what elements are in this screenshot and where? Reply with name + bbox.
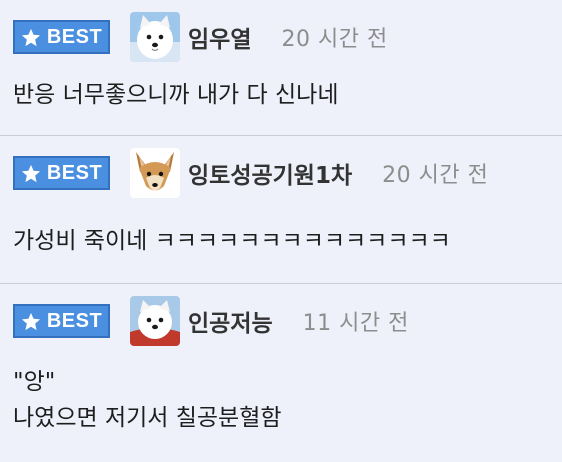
best-badge: BEST [13,304,110,338]
comment-header: BEST 임우열 20 시간 전 [13,12,388,62]
best-badge-label: BEST [46,309,103,332]
best-badge: BEST [13,156,110,190]
avatar[interactable] [130,148,180,198]
avatar[interactable] [130,296,180,346]
comment-line: "앙" [13,369,56,395]
shiba-dog-avatar [130,148,180,198]
best-badge: BEST [13,20,110,54]
nickname[interactable]: 잉토성공기원1차 [188,156,352,190]
comment-list: BEST 임우열 20 시간 전 반응 너무좋으니까 내가 다 신나네 BEST… [0,0,562,462]
comment-line: 반응 너무좋으니까 내가 다 신나네 [13,82,339,108]
star-icon [21,164,40,182]
comment-item: BEST 임우열 20 시간 전 반응 너무좋으니까 내가 다 신나네 [0,0,562,135]
comment-line: 나였으면 저기서 칠공분혈함 [13,405,282,431]
avatar[interactable] [130,12,180,62]
nickname[interactable]: 임우열 [188,20,251,54]
timestamp: 20 시간 전 [281,27,388,52]
white-dog-avatar [130,12,180,62]
best-badge-label: BEST [46,25,103,48]
comment-text: "앙" 나였으면 저기서 칠공분혈함 [13,364,282,436]
comment-line: 가성비 죽이네 ㅋㅋㅋㅋㅋㅋㅋㅋㅋㅋㅋㅋㅋㅋ [13,228,451,254]
comment-text: 가성비 죽이네 ㅋㅋㅋㅋㅋㅋㅋㅋㅋㅋㅋㅋㅋㅋ [13,223,451,259]
comment-item: BEST 인공저능 11 시간 전 "앙" 나였으면 저기서 칠공분혈함 [0,283,562,462]
star-icon [21,28,40,46]
star-icon [21,312,40,330]
comment-text: 반응 너무좋으니까 내가 다 신나네 [13,77,338,113]
white-dog-red-avatar [130,296,180,346]
best-badge-label: BEST [46,161,103,184]
nickname[interactable]: 인공저능 [188,304,273,338]
timestamp: 11 시간 전 [302,311,409,336]
comment-header: BEST 인공저능 11 시간 전 [13,296,409,346]
comment-item: BEST 잉토성공기원1차 20 시간 전 가성비 죽이네 ㅋㅋㅋㅋㅋㅋㅋㅋㅋㅋ… [0,135,562,283]
comment-header: BEST 잉토성공기원1차 20 시간 전 [13,148,489,198]
timestamp: 20 시간 전 [382,163,489,188]
